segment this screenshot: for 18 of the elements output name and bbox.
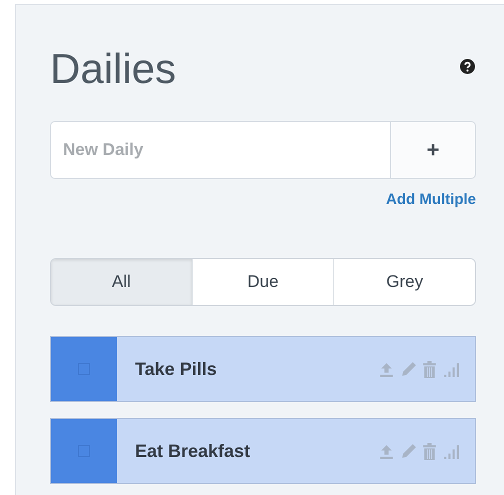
signal-icon[interactable] — [442, 442, 459, 460]
upload-icon[interactable] — [378, 442, 395, 460]
filter-tab[interactable]: Due — [192, 259, 334, 305]
trash-icon[interactable] — [422, 442, 437, 460]
pencil-icon[interactable] — [400, 360, 417, 378]
pencil-icon[interactable] — [400, 442, 417, 460]
add-button[interactable]: + — [390, 121, 476, 179]
filter-tab[interactable]: All — [51, 259, 192, 305]
trash-icon[interactable] — [422, 360, 437, 378]
help-icon[interactable] — [460, 59, 475, 74]
new-daily-field[interactable]: New Daily — [50, 121, 390, 179]
signal-icon[interactable] — [442, 360, 459, 378]
daily-name: Eat Breakfast — [134, 440, 252, 462]
upload-icon[interactable] — [378, 360, 395, 378]
add-multiple-link[interactable]: Add Multiple — [386, 191, 476, 208]
panel-title: Dailies — [50, 45, 176, 93]
daily-name: Take Pills — [134, 358, 218, 380]
filter-tab[interactable]: Grey — [333, 259, 475, 305]
